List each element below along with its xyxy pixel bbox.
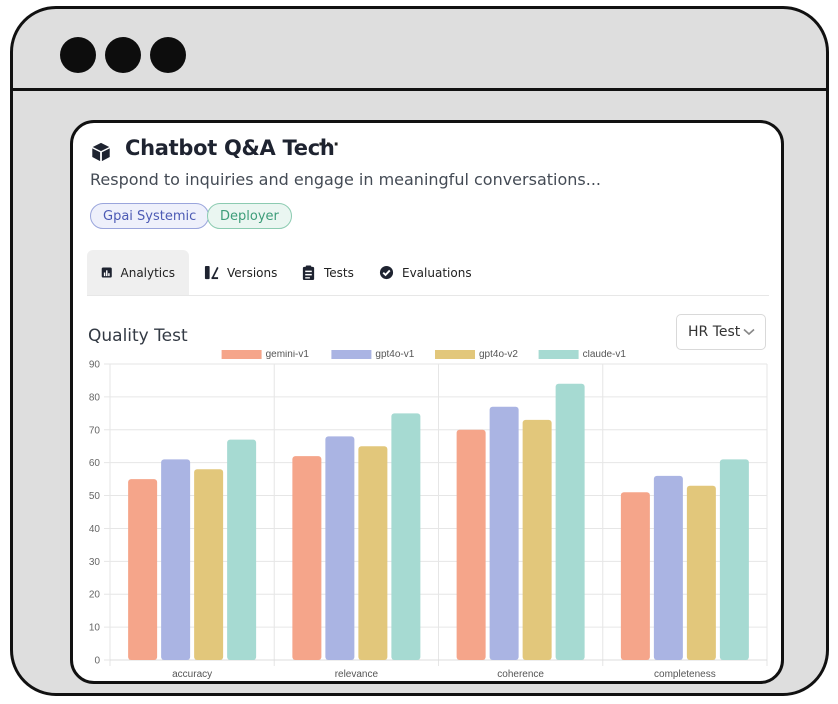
window-dot-1[interactable] [60, 37, 96, 73]
bar-gpt4o-v1-completeness [653, 475, 683, 660]
app-card: Chatbot Q&A Tech ··· Respond to inquirie… [70, 120, 784, 684]
section-title: Quality Test [88, 326, 188, 346]
y-tick-label: 70 [89, 425, 101, 436]
browser-window: Chatbot Q&A Tech ··· Respond to inquirie… [10, 6, 829, 696]
x-tick-label: coherence [497, 669, 544, 680]
x-tick-label: completeness [654, 669, 716, 680]
legend-swatch-gpt4o-v2 [435, 350, 475, 359]
legend-label-gemini-v1: gemini-v1 [266, 350, 310, 360]
legend-swatch-gpt4o-v1 [331, 350, 372, 359]
tab-tests-label: Tests [324, 265, 354, 280]
legend-swatch-claude-v1 [538, 350, 579, 359]
clipboard-icon [302, 265, 315, 280]
bar-gpt4o-v2-coherence [522, 419, 552, 660]
x-tick-label: accuracy [172, 669, 212, 680]
tag-gpai-systemic[interactable]: Gpai Systemic [90, 203, 210, 229]
versions-icon [204, 265, 219, 280]
test-select-value: HR Test [688, 324, 741, 340]
bar-gpt4o-v1-coherence [489, 406, 519, 660]
tab-versions[interactable]: Versions [190, 250, 291, 295]
tab-versions-label: Versions [227, 265, 278, 280]
test-select-dropdown[interactable]: HR Test [676, 314, 766, 350]
legend-label-gpt4o-v1: gpt4o-v1 [375, 350, 414, 360]
bar-gemini-v1-relevance [292, 456, 322, 660]
chevron-down-icon [743, 328, 755, 336]
x-tick-label: relevance [335, 669, 379, 680]
bar-claude-v1-relevance [391, 413, 421, 660]
bar-chart-icon [101, 267, 112, 278]
bar-gemini-v1-accuracy [128, 479, 158, 660]
y-tick-label: 80 [89, 392, 101, 403]
bar-gpt4o-v2-accuracy [194, 469, 224, 660]
tab-evaluations[interactable]: Evaluations [365, 250, 486, 295]
bar-gpt4o-v2-completeness [686, 485, 716, 660]
tab-tests[interactable]: Tests [287, 250, 368, 295]
y-tick-label: 60 [89, 458, 101, 469]
bar-gemini-v1-coherence [456, 429, 486, 660]
legend-label-gpt4o-v2: gpt4o-v2 [479, 350, 518, 360]
y-tick-label: 20 [89, 590, 101, 601]
y-tick-label: 90 [89, 360, 101, 371]
bar-claude-v1-completeness [719, 459, 749, 660]
window-dot-3[interactable] [150, 37, 186, 73]
app-title: Chatbot Q&A Tech [125, 136, 335, 160]
check-badge-icon [379, 265, 394, 280]
bar-gpt4o-v2-relevance [358, 446, 388, 660]
tab-evaluations-label: Evaluations [402, 265, 472, 280]
app-subtitle: Respond to inquiries and engage in meani… [90, 170, 601, 189]
y-tick-label: 0 [94, 656, 100, 667]
tag-deployer[interactable]: Deployer [207, 203, 292, 229]
quality-bar-chart: 0 10 20 30 40 50 60 70 80 90 accuracy relevance cohe… [89, 350, 768, 680]
legend-label-claude-v1: claude-v1 [583, 350, 627, 360]
tab-analytics[interactable]: Analytics [87, 250, 189, 295]
y-tick-label: 30 [89, 557, 101, 568]
window-titlebar [13, 9, 826, 91]
tab-analytics-label: Analytics [120, 265, 176, 280]
tab-bar: Analytics Versions Tests Evaluations [87, 250, 769, 296]
bar-claude-v1-accuracy [227, 439, 257, 660]
y-tick-label: 50 [89, 491, 101, 502]
bar-gpt4o-v1-accuracy [161, 459, 191, 660]
bar-gemini-v1-completeness [620, 492, 650, 660]
y-tick-label: 40 [89, 524, 101, 535]
y-tick-label: 10 [89, 623, 101, 634]
more-options-icon[interactable]: ··· [318, 134, 341, 157]
package-icon [92, 142, 110, 162]
bar-claude-v1-coherence [555, 383, 585, 660]
window-dot-2[interactable] [105, 37, 141, 73]
bar-gpt4o-v1-relevance [325, 436, 355, 660]
legend-swatch-gemini-v1 [221, 350, 262, 359]
